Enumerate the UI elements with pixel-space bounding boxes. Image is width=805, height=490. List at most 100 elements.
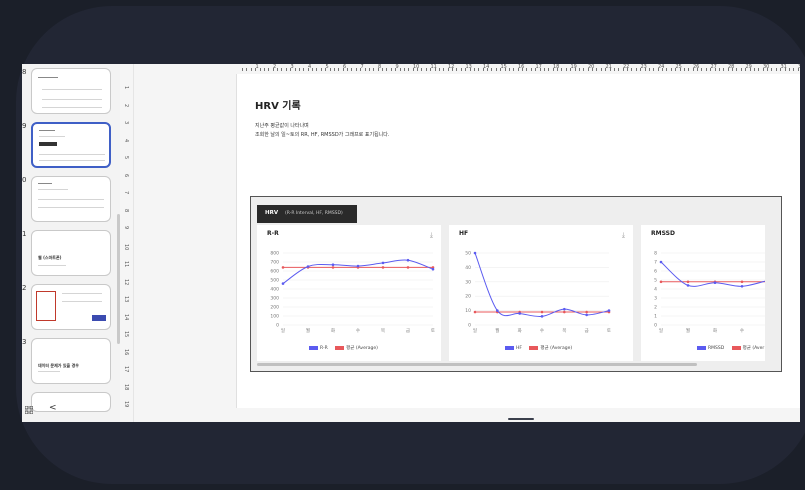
- y-tick-label: 500: [270, 278, 279, 284]
- device-frame: 8 9 0 1 웹 (스마트폰) 2 3 데이터 문제가 있을 경우 < 1 2…: [0, 0, 805, 490]
- legend-label: RMSSD: [708, 345, 725, 351]
- download-icon[interactable]: ⤓: [430, 231, 433, 240]
- x-tick-label: 수: [740, 328, 744, 334]
- ruler-tick: [793, 68, 795, 71]
- ruler-label: 9: [123, 226, 129, 230]
- ruler-tick: [539, 68, 541, 71]
- slide-thumbnail-active[interactable]: [31, 122, 111, 168]
- ruler-tick: [456, 68, 458, 71]
- ruler-tick: [386, 68, 388, 71]
- slide-thumbnail[interactable]: 웹 (스마트폰): [31, 230, 111, 276]
- ruler-label: 16: [123, 348, 129, 355]
- y-tick-label: 0: [654, 323, 657, 329]
- x-tick-label: 월: [306, 327, 310, 334]
- legend-label: HF: [516, 345, 522, 351]
- hf-chart: 50 40 30 20 10 0일 월 화 수 목 금 토: [465, 251, 611, 335]
- embed-scrollbar[interactable]: [257, 363, 697, 366]
- ruler-tick: [736, 68, 738, 71]
- slide-number: 8: [22, 68, 27, 76]
- ruler-tick: [565, 68, 567, 71]
- ruler-tick: [613, 68, 615, 71]
- ruler-tick: [710, 68, 712, 71]
- data-point: [585, 313, 588, 317]
- ruler-tick: [618, 68, 620, 71]
- y-tick-label: 200: [270, 305, 279, 311]
- grid-icon[interactable]: [25, 406, 33, 414]
- data-point: [607, 309, 611, 312]
- y-tick-label: 5: [654, 278, 657, 284]
- ruler-label: 13: [123, 296, 129, 303]
- ruler-tick: [574, 68, 576, 71]
- thumbnail-title: 웹 (스마트폰): [38, 255, 62, 260]
- ruler-tick: [290, 68, 292, 71]
- hrv-chart-embed[interactable]: HRV (R-R Interval, HF, RMSSD) R-R ⤓ 800 7…: [250, 196, 782, 372]
- data-point: [356, 264, 360, 268]
- horizontal-ruler: 1 2 3 4 5 6 7 8 9 10 11 12 13 14 15 16 17 18 19 20 21 22 23 24 2…: [236, 64, 800, 74]
- ruler-label: 17: [123, 366, 129, 373]
- ruler-tick: [320, 68, 322, 71]
- series-line: [474, 252, 610, 317]
- hrv-tab[interactable]: HRV (R-R Interval, HF, RMSSD): [257, 205, 357, 223]
- chevron-left-icon[interactable]: <: [49, 403, 57, 413]
- ruler-tick: [771, 68, 773, 71]
- ruler-tick: [491, 68, 493, 71]
- y-tick-label: 40: [465, 265, 471, 271]
- ruler-tick: [368, 68, 370, 71]
- ruler-tick: [600, 68, 602, 71]
- slide-thumbnail[interactable]: [31, 284, 111, 330]
- x-tick-label: 월: [495, 327, 499, 334]
- x-tick-label: 토: [431, 328, 435, 334]
- ruler-tick: [552, 68, 554, 71]
- x-tick-label: 수: [540, 328, 544, 334]
- ruler-label: 8: [123, 208, 129, 212]
- legend-label: 평균 (Average): [346, 346, 378, 351]
- ruler-tick: [543, 68, 545, 71]
- ruler-tick: [670, 68, 672, 71]
- slide-canvas[interactable]: HRV 기록 지난주 평균값이 나타나며 조회한 날의 일~토의 RR, HF,…: [236, 74, 800, 408]
- ruler-label: 2: [123, 103, 129, 107]
- y-tick-label: 0: [276, 323, 279, 329]
- slide-thumbnail[interactable]: 데이터 문제가 있을 경우: [31, 338, 111, 384]
- ruler-tick: [259, 68, 261, 71]
- ruler-tick: [605, 68, 607, 71]
- y-tick-label: 20: [465, 294, 471, 300]
- slide-thumbnail[interactable]: [31, 176, 111, 222]
- chart-card-rr: R-R ⤓ 800 700 600 500 400 300 200 100 0 일 월 화 수 목 금 토 R…: [257, 225, 441, 361]
- ruler-tick: [797, 68, 799, 71]
- chart-legend: HF 평균 (Average): [505, 345, 578, 352]
- ruler-tick: [517, 68, 519, 71]
- download-icon[interactable]: ⤓: [622, 231, 625, 240]
- slide-number: 9: [22, 122, 27, 130]
- ruler-tick: [762, 68, 764, 71]
- ruler-label: 1: [123, 86, 129, 90]
- ruler-tick: [622, 68, 624, 71]
- vertical-ruler: 1 2 3 4 5 6 7 8 9 10 11 12 13 14 15 16 17 18 19: [120, 64, 134, 422]
- chart-card-hf: HF ⤓ 50 40 30 20 10 0 일 월 화 수 목 금 토 HF 평균 (Average): [449, 225, 633, 361]
- y-tick-label: 30: [465, 279, 471, 285]
- legend-swatch: [309, 346, 318, 350]
- y-tick-label: 50: [465, 251, 471, 257]
- slide-number: 2: [22, 284, 27, 292]
- rr-chart: 800 700 600 500 400 300 200 100 0일 월 화 수 목 금 토: [270, 251, 435, 335]
- x-tick-label: 목: [562, 328, 566, 334]
- slide-number: 1: [22, 230, 27, 238]
- ruler-tick: [495, 68, 497, 71]
- x-tick-label: 목: [381, 328, 385, 334]
- data-point: [563, 307, 566, 311]
- data-point: [686, 280, 690, 284]
- ruler-tick: [263, 68, 265, 71]
- ruler-tick: [788, 68, 790, 71]
- legend-swatch: [529, 346, 539, 350]
- sidebar-footer: <: [22, 400, 120, 422]
- ruler-tick: [403, 68, 405, 71]
- x-tick-label: 월: [686, 327, 690, 334]
- slide-thumbnail[interactable]: [31, 68, 111, 114]
- x-tick-label: 화: [713, 328, 717, 334]
- slide-title: HRV 기록: [255, 101, 301, 112]
- ruler-tick: [285, 68, 287, 71]
- rmssd-chart: 876543210일월화수목: [654, 251, 765, 334]
- ruler-tick: [675, 68, 677, 71]
- ruler-tick: [268, 68, 270, 71]
- ruler-tick: [640, 68, 642, 71]
- ruler-tick: [338, 68, 340, 71]
